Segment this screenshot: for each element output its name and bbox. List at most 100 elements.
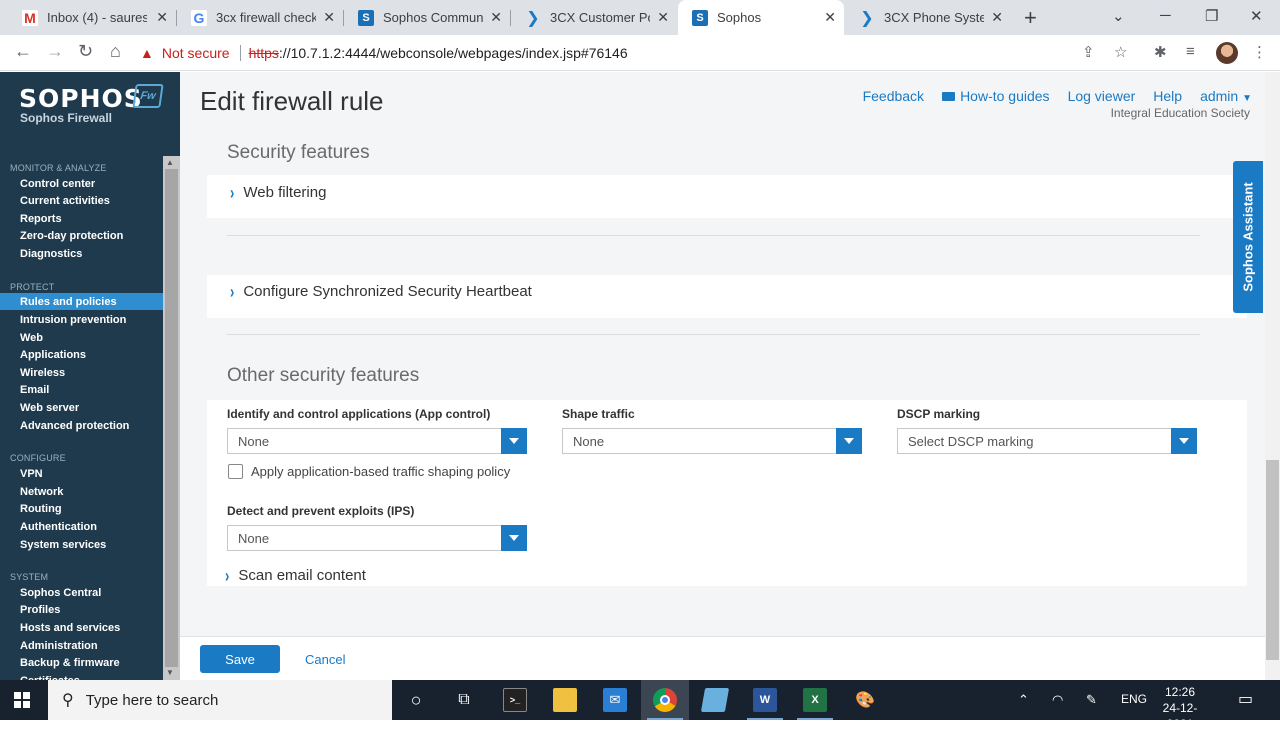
file-explorer-icon[interactable]: [553, 688, 577, 712]
sidebar-item-vpn[interactable]: VPN: [0, 465, 163, 482]
sidebar-item-wireless[interactable]: Wireless: [0, 364, 163, 381]
close-tab-icon[interactable]: ✕: [490, 9, 502, 26]
sidebar-item-authentication[interactable]: Authentication: [0, 518, 163, 535]
cortana-circle-icon[interactable]: ○: [404, 688, 428, 712]
task-view-icon[interactable]: ⧉: [452, 688, 476, 712]
sidebar-item-reports[interactable]: Reports: [0, 210, 163, 227]
forward-arrow-icon[interactable]: →: [46, 41, 64, 62]
divider: [227, 235, 1200, 236]
ips-label: Detect and prevent exploits (IPS): [227, 504, 415, 518]
sidebar-item-zero-day[interactable]: Zero-day protection: [0, 227, 163, 244]
tab-search-chevron-icon[interactable]: ⌄: [1112, 7, 1125, 25]
other-security-features-title: Other security features: [227, 365, 420, 386]
app-control-select[interactable]: None: [227, 428, 527, 454]
dropdown-arrow-icon[interactable]: [1171, 428, 1197, 454]
sidebar-item-certificates[interactable]: Certificates: [0, 672, 163, 681]
close-tab-icon[interactable]: ✕: [824, 9, 836, 26]
page-scroll-thumb[interactable]: [1266, 460, 1279, 660]
sidebar-item-web-server[interactable]: Web server: [0, 399, 163, 416]
cancel-button[interactable]: Cancel: [305, 652, 345, 667]
browser-tab-sophos-active[interactable]: S Sophos ✕: [678, 0, 844, 35]
browser-tab-gmail[interactable]: M Inbox (4) - sauresh. ✕: [8, 0, 176, 35]
wifi-icon[interactable]: ◠: [1052, 692, 1063, 708]
extensions-puzzle-icon[interactable]: ✱: [1154, 43, 1167, 61]
sidebar-item-web[interactable]: Web: [0, 329, 163, 346]
feedback-link[interactable]: Feedback: [863, 88, 924, 104]
dscp-marking-select[interactable]: Select DSCP marking: [897, 428, 1197, 454]
sidebar-item-sophos-central[interactable]: Sophos Central: [0, 584, 163, 601]
howto-guides-link[interactable]: How-to guides: [942, 88, 1050, 104]
sidebar-item-hosts-and-services[interactable]: Hosts and services: [0, 619, 163, 636]
close-tab-icon[interactable]: ✕: [657, 9, 669, 26]
taskbar-clock[interactable]: 12:26 24-12-2021: [1150, 684, 1210, 732]
sidebar-item-profiles[interactable]: Profiles: [0, 601, 163, 618]
close-tab-icon[interactable]: ✕: [323, 9, 335, 26]
bookmark-star-icon[interactable]: ☆: [1114, 43, 1127, 61]
dropdown-arrow-icon[interactable]: [501, 525, 527, 551]
reading-list-icon[interactable]: ≡: [1186, 43, 1195, 60]
sidebar-item-applications[interactable]: Applications: [0, 346, 163, 363]
minimize-icon[interactable]: ─: [1160, 7, 1171, 24]
new-tab-plus-icon[interactable]: +: [1024, 5, 1037, 31]
search-icon: ⚲: [62, 692, 74, 709]
ips-select[interactable]: None: [227, 525, 527, 551]
log-viewer-link[interactable]: Log viewer: [1068, 88, 1136, 104]
notification-icon[interactable]: ▭: [1238, 689, 1253, 709]
windows-start-icon[interactable]: [14, 692, 30, 708]
close-tab-icon[interactable]: ✕: [156, 9, 168, 26]
close-window-icon[interactable]: ✕: [1250, 7, 1263, 25]
browser-tab-3cx-portal[interactable]: ❯ 3CX Customer Porta ✕: [511, 0, 677, 35]
restore-icon[interactable]: ❐: [1205, 7, 1218, 25]
browser-menu-icon[interactable]: ⋮: [1252, 43, 1267, 61]
mail-icon[interactable]: ✉: [603, 688, 627, 712]
sidebar-item-administration[interactable]: Administration: [0, 637, 163, 654]
close-tab-icon[interactable]: ✕: [991, 9, 1003, 26]
browser-tab-sophos-community[interactable]: S Sophos Community ✕: [344, 0, 510, 35]
remote-desktop-icon[interactable]: [700, 688, 730, 712]
back-arrow-icon[interactable]: ←: [14, 41, 32, 62]
language-indicator[interactable]: ENG: [1121, 692, 1147, 706]
sidebar-item-network[interactable]: Network: [0, 483, 163, 500]
pen-icon[interactable]: ✎: [1086, 692, 1097, 708]
sidebar-item-email[interactable]: Email: [0, 381, 163, 398]
paint-icon[interactable]: 🎨: [853, 688, 877, 712]
dropdown-arrow-icon[interactable]: [836, 428, 862, 454]
scroll-down-icon[interactable]: ▼: [166, 668, 174, 677]
browser-tab-google[interactable]: G 3cx firewall checker ✕: [177, 0, 343, 35]
tray-chevron-up-icon[interactable]: ⌃: [1018, 692, 1029, 708]
sidebar-scroll-thumb[interactable]: [165, 169, 178, 667]
scroll-up-icon[interactable]: ▲: [166, 158, 174, 167]
terminal-icon[interactable]: >_: [503, 688, 527, 712]
security-status[interactable]: Not secure: [162, 45, 230, 61]
sidebar-item-intrusion-prevention[interactable]: Intrusion prevention: [0, 311, 163, 328]
chevron-right-icon: ›: [230, 182, 235, 203]
admin-menu[interactable]: admin ▼: [1200, 88, 1252, 104]
save-button[interactable]: Save: [200, 645, 280, 673]
home-icon[interactable]: ⌂: [110, 41, 121, 62]
sidebar-item-current-activities[interactable]: Current activities: [0, 192, 163, 209]
taskbar-search-box[interactable]: ⚲ Type here to search: [48, 680, 392, 720]
sidebar-item-rules-and-policies[interactable]: Rules and policies: [0, 293, 163, 310]
sophos-assistant-tab[interactable]: Sophos Assistant: [1233, 161, 1263, 313]
share-icon[interactable]: ⇪: [1082, 43, 1095, 61]
sidebar-item-diagnostics[interactable]: Diagnostics: [0, 245, 163, 262]
excel-icon[interactable]: X: [803, 688, 827, 712]
chrome-icon[interactable]: [653, 688, 677, 712]
browser-tab-3cx-phone[interactable]: ❯ 3CX Phone System ✕: [845, 0, 1011, 35]
app-shaping-checkbox[interactable]: [228, 464, 243, 479]
sidebar-item-system-services[interactable]: System services: [0, 536, 163, 553]
word-icon[interactable]: W: [753, 688, 777, 712]
sidebar-item-routing[interactable]: Routing: [0, 500, 163, 517]
heartbeat-expander[interactable]: › Configure Synchronized Security Heartb…: [230, 281, 532, 302]
scan-email-expander[interactable]: › Scan email content: [225, 565, 366, 586]
sidebar-item-backup-firmware[interactable]: Backup & firmware: [0, 654, 163, 671]
sidebar-item-control-center[interactable]: Control center: [0, 175, 163, 192]
reload-icon[interactable]: ↻: [78, 41, 93, 62]
sidebar-item-advanced-protection[interactable]: Advanced protection: [0, 417, 163, 434]
profile-avatar[interactable]: [1216, 42, 1238, 64]
shape-traffic-select[interactable]: None: [562, 428, 862, 454]
url-omnibox[interactable]: ▲ Not secure https ://10.7.1.2:4444/webc…: [140, 39, 1140, 67]
web-filtering-expander[interactable]: › Web filtering: [230, 182, 326, 203]
dropdown-arrow-icon[interactable]: [501, 428, 527, 454]
help-link[interactable]: Help: [1153, 88, 1182, 104]
